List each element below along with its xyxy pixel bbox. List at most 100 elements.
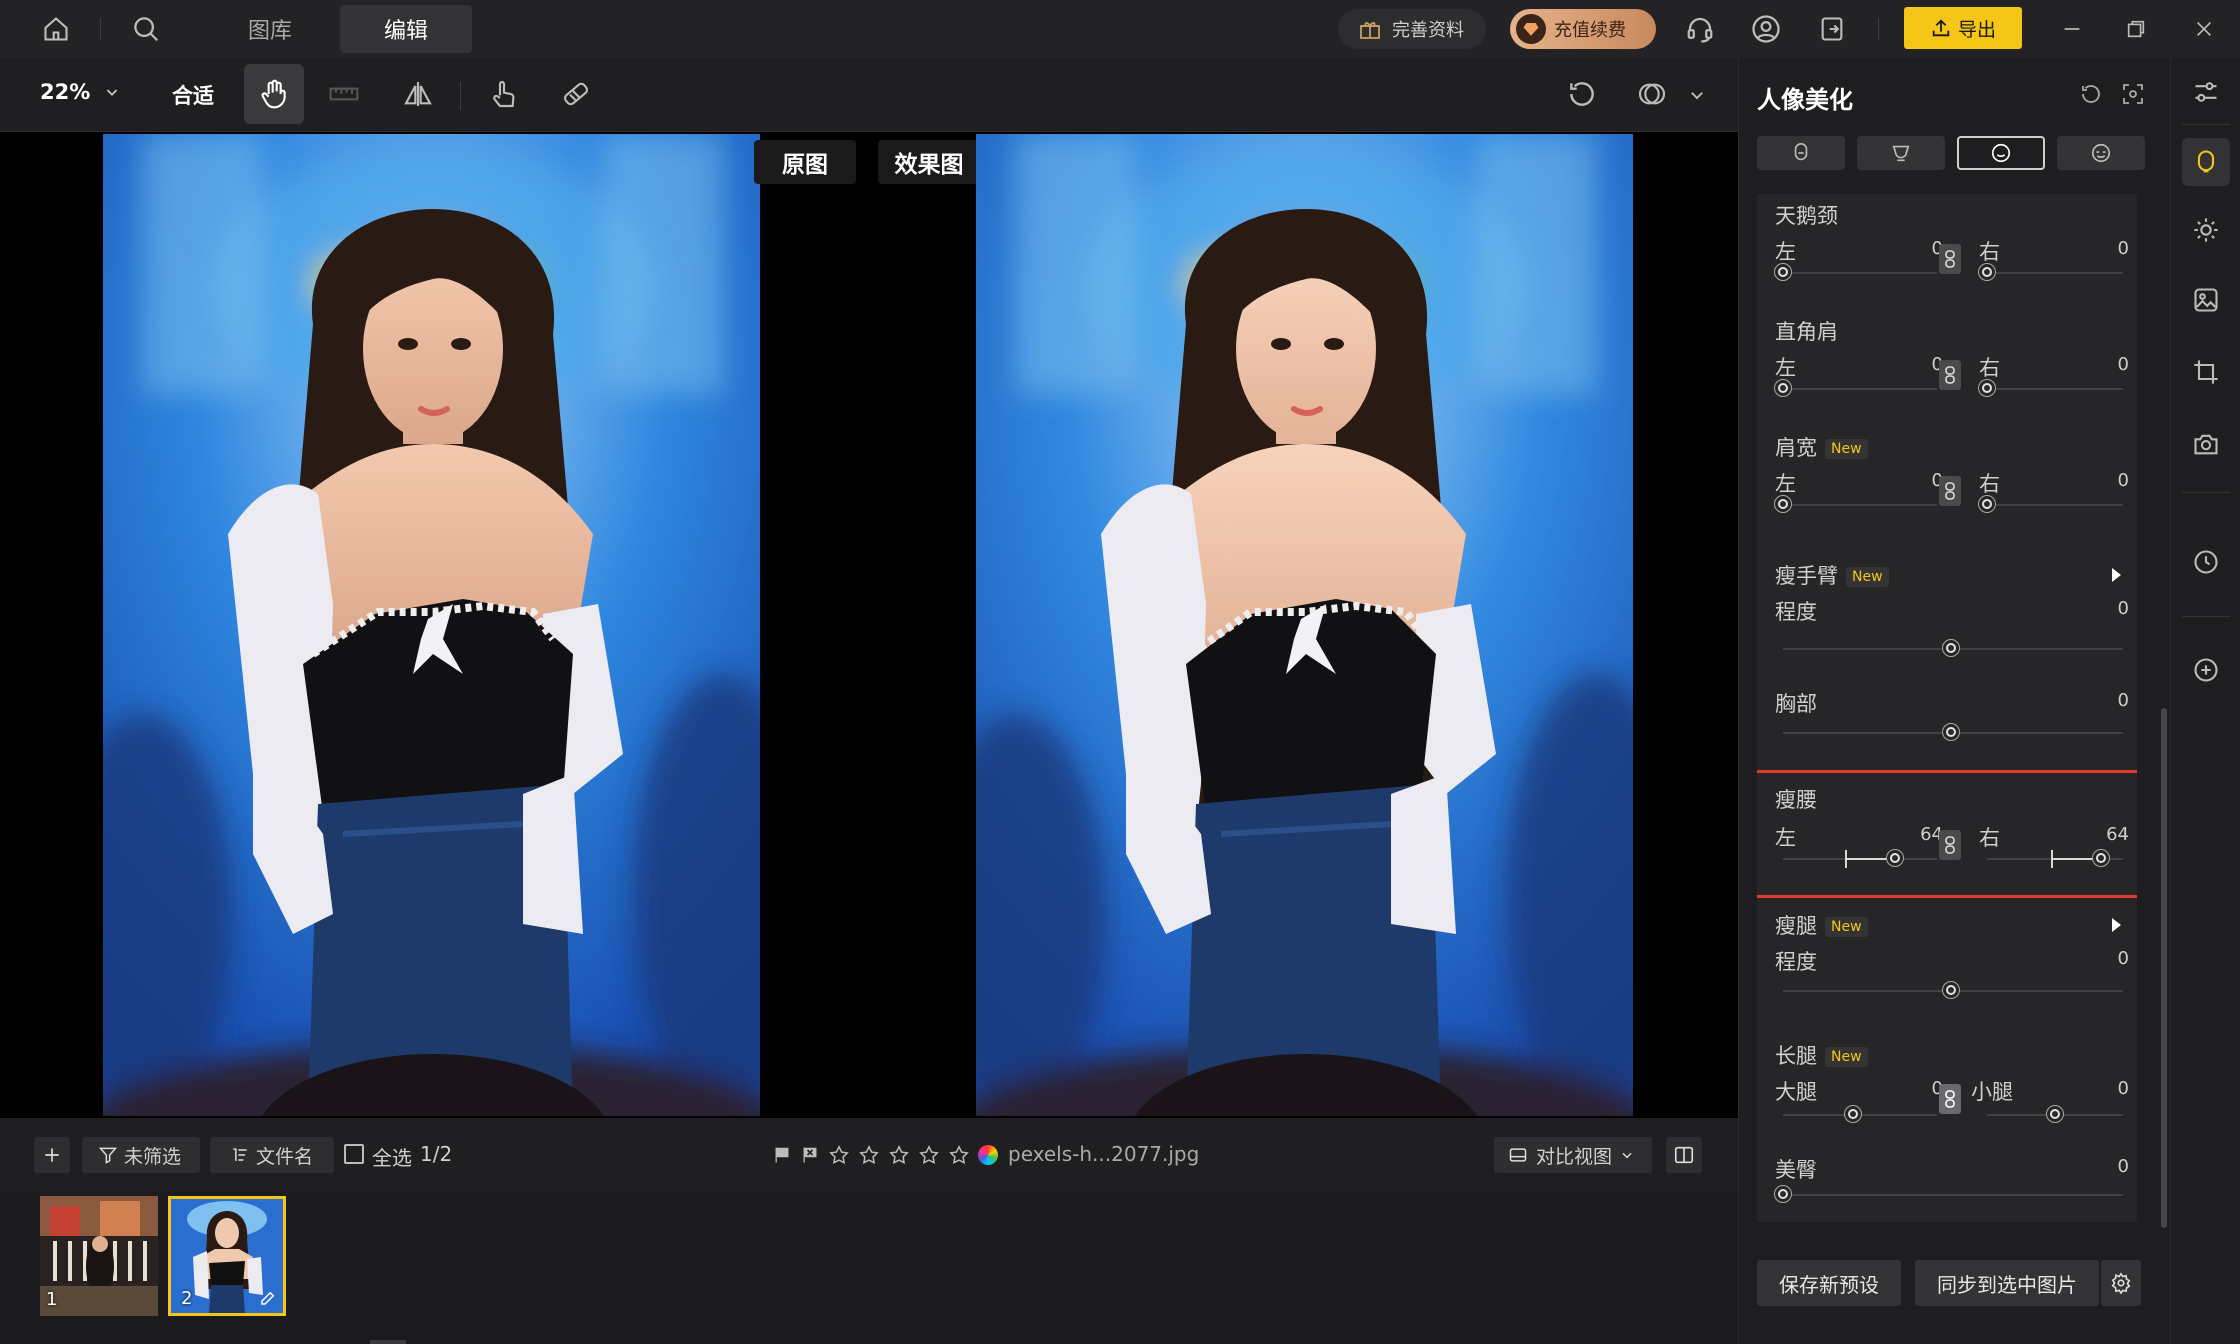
hip-title: 美臀 [1775, 1158, 1817, 1182]
select-all-label: 全选 [372, 1146, 412, 1170]
slim-waist-left-slider[interactable] [1887, 850, 1903, 866]
tool-rail [2170, 58, 2240, 1344]
settings-button[interactable] [2101, 1260, 2141, 1306]
image-edit-icon[interactable] [2182, 276, 2230, 324]
ruler-tool[interactable] [314, 64, 374, 124]
star-icon[interactable] [948, 1144, 970, 1166]
star-icon[interactable] [888, 1144, 910, 1166]
split-view-button[interactable] [1666, 1137, 1702, 1173]
hip-slider[interactable] [1775, 1186, 1791, 1202]
panel-scrollbar[interactable] [2161, 708, 2167, 1228]
link-toggle[interactable] [1939, 830, 1961, 860]
calf-slider[interactable] [2047, 1106, 2063, 1122]
fit-button[interactable]: 合适 [172, 80, 214, 110]
slim-waist-right-slider[interactable] [2093, 850, 2109, 866]
straight-shoulder-left-track[interactable] [1783, 388, 1937, 390]
link-toggle[interactable] [1939, 476, 1961, 506]
flip-tool[interactable] [388, 64, 448, 124]
home-icon[interactable] [38, 11, 74, 47]
new-badge: New [1825, 439, 1868, 459]
straight-shoulder-right-slider[interactable] [1979, 380, 1995, 396]
compare-view-dropdown[interactable]: 对比视图 [1494, 1137, 1652, 1173]
save-preset-button[interactable]: 保存新预设 [1757, 1260, 1901, 1306]
slim-arm-slider[interactable] [1943, 640, 1959, 656]
eraser-tool[interactable] [546, 64, 606, 124]
reject-flag-icon[interactable] [800, 1145, 820, 1165]
link-toggle[interactable] [1939, 244, 1961, 274]
sync-button[interactable]: 同步到选中图片 [1915, 1260, 2099, 1306]
restore-icon[interactable] [2118, 11, 2154, 47]
tab-face-shape[interactable] [1757, 136, 1845, 170]
straight-shoulder-left-slider[interactable] [1775, 380, 1791, 396]
filter-button[interactable]: 未筛选 [82, 1137, 200, 1173]
filter-label: 未筛选 [124, 1145, 182, 1168]
file-name: pexels-h...2077.jpg [1008, 1142, 1200, 1166]
chest-slider[interactable] [1943, 724, 1959, 740]
tab-body[interactable] [1957, 136, 2045, 170]
headset-icon[interactable] [1682, 11, 1718, 47]
shoulder-width-right-slider[interactable] [1979, 496, 1995, 512]
expand-arrow-icon[interactable] [2112, 568, 2121, 582]
cup-icon [1890, 142, 1912, 164]
minimize-icon[interactable] [2054, 11, 2090, 47]
swan-neck-left-track[interactable] [1783, 272, 1937, 274]
swan-neck-right-track[interactable] [1987, 272, 2123, 274]
image-canvas[interactable]: 原图 效果图 [0, 132, 1738, 1118]
tab-edit[interactable]: 编辑 [340, 5, 472, 53]
shoulder-width-right-track[interactable] [1987, 504, 2123, 506]
filmstrip: 1 2 [0, 1192, 1738, 1344]
portrait-beauty-icon[interactable] [2182, 138, 2230, 186]
add-button[interactable] [34, 1137, 70, 1173]
star-icon[interactable] [918, 1144, 940, 1166]
complete-profile-button[interactable]: 完善资料 [1338, 9, 1486, 49]
select-all-checkbox[interactable] [344, 1144, 364, 1164]
tab-eyes[interactable] [2057, 136, 2145, 170]
straight-shoulder-right-track[interactable] [1987, 388, 2123, 390]
face-detect-icon[interactable] [2121, 82, 2145, 106]
shoulder-width-left-slider[interactable] [1775, 496, 1791, 512]
slim-leg-slider[interactable] [1943, 982, 1959, 998]
touch-tool[interactable] [474, 64, 534, 124]
adjust-sliders-icon[interactable] [2182, 68, 2230, 116]
light-icon[interactable] [2182, 206, 2230, 254]
shoulder-width-right-label: 右 [1979, 472, 2000, 496]
tab-makeup[interactable] [1857, 136, 1945, 170]
swan-neck-right-slider[interactable] [1979, 264, 1995, 280]
complete-profile-label: 完善资料 [1392, 20, 1464, 41]
recharge-button[interactable]: 充值续费 [1510, 9, 1656, 49]
color-label-icon[interactable] [978, 1145, 998, 1165]
camera-icon[interactable] [2182, 420, 2230, 468]
star-icon[interactable] [858, 1144, 880, 1166]
hip-track[interactable] [1783, 1194, 2123, 1196]
search-icon[interactable] [128, 11, 164, 47]
link-toggle[interactable] [1939, 360, 1961, 390]
flag-icon[interactable] [772, 1145, 792, 1165]
filmstrip-scrollbar[interactable] [370, 1340, 406, 1344]
sort-button[interactable]: 文件名 [210, 1137, 334, 1173]
hand-tool[interactable] [244, 64, 304, 124]
thigh-slider[interactable] [1845, 1106, 1861, 1122]
add-circle-icon[interactable] [2182, 646, 2230, 694]
star-icon[interactable] [828, 1144, 850, 1166]
compare-dropdown[interactable] [1622, 64, 1682, 124]
history-icon[interactable] [2182, 538, 2230, 586]
user-icon[interactable] [1748, 11, 1784, 47]
export-button[interactable]: 导出 [1904, 7, 2022, 49]
zoom-dropdown[interactable]: 22% [40, 80, 120, 104]
reset-tool[interactable] [1552, 64, 1612, 124]
chevron-down-icon[interactable] [1688, 86, 1706, 104]
slim-arm-degree-label: 程度 [1775, 600, 1817, 624]
expand-arrow-icon[interactable] [2112, 918, 2121, 932]
slim-leg-degree-label: 程度 [1775, 950, 1817, 974]
crop-icon[interactable] [2182, 348, 2230, 396]
thumbnail[interactable]: 1 [40, 1196, 158, 1316]
logout-icon[interactable] [1814, 11, 1850, 47]
swan-neck-left-slider[interactable] [1775, 264, 1791, 280]
shoulder-width-left-track[interactable] [1783, 504, 1937, 506]
close-icon[interactable] [2186, 11, 2222, 47]
reset-icon[interactable] [2079, 82, 2103, 106]
link-toggle[interactable] [1939, 1084, 1961, 1114]
tab-library[interactable]: 图库 [230, 5, 310, 53]
thumbnail-selected[interactable]: 2 [168, 1196, 286, 1316]
adjustment-list[interactable]: 天鹅颈 左 0 右 0 直角肩 左 0 右 0 肩宽 New 左 0 右 0 瘦… [1757, 194, 2137, 1222]
